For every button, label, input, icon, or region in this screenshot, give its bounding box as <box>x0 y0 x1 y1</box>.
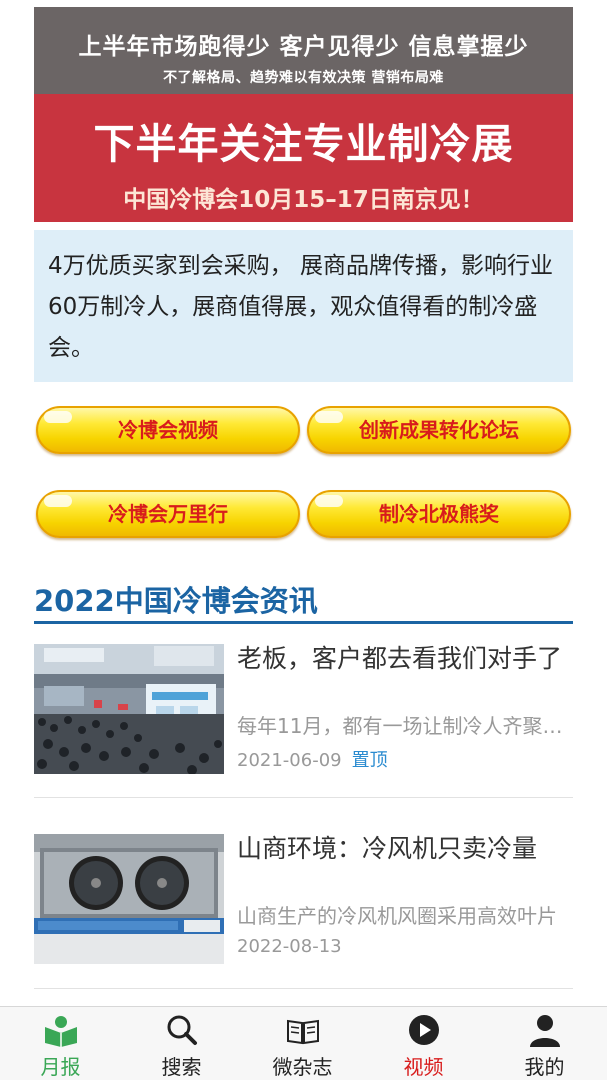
bottom-tab-bar: 月报 搜索 微杂志 视频 我的 <box>0 1006 607 1080</box>
banner-date-line: 中国冷博会10月15–17日南京见！ <box>123 187 484 213</box>
news-summary: 山商生产的冷风机风圈采用高效叶片 <box>237 904 557 928</box>
forum-button[interactable]: 创新成果转化论坛 <box>307 406 571 454</box>
open-book-icon <box>287 1019 319 1045</box>
tab-monthly[interactable]: 月报 <box>0 1007 121 1080</box>
tab-label: 搜索 <box>161 1055 202 1079</box>
user-icon <box>530 1015 560 1047</box>
award-button[interactable]: 制冷北极熊奖 <box>307 490 571 538</box>
tab-label: 微杂志 <box>272 1055 333 1079</box>
tour-button[interactable]: 冷博会万里行 <box>36 490 300 538</box>
section-divider <box>34 621 573 624</box>
news-meta: 2022-08-13 <box>237 936 342 957</box>
intro-box: 4万优质买家到会采购， 展商品牌传播，影响行业60万制冷人，展商值得展，观众值得… <box>34 230 573 382</box>
tab-label: 视频 <box>403 1055 444 1079</box>
news-thumbnail-air-cooler <box>34 834 224 964</box>
news-summary: 每年11月，都有一场让制冷人齐聚的盛会 <box>237 714 573 738</box>
news-title[interactable]: 山商环境：冷风机只卖冷量 <box>237 834 573 864</box>
news-title[interactable]: 老板，客户都去看我们对手了 <box>237 644 573 674</box>
tab-magazine[interactable]: 微杂志 <box>242 1007 363 1080</box>
news-meta: 2021-06-09 置顶 <box>237 746 388 772</box>
tab-label: 我的 <box>524 1055 565 1079</box>
banner-headline: 上半年市场跑得少 客户见得少 信息掌握少 <box>78 34 529 60</box>
tab-video[interactable]: 视频 <box>363 1007 484 1080</box>
news-divider <box>34 988 573 989</box>
play-icon <box>409 1015 439 1045</box>
tab-search[interactable]: 搜索 <box>121 1007 242 1080</box>
promo-banner[interactable]: 上半年市场跑得少 客户见得少 信息掌握少 不了解格局、趋势难以有效决策 营销布局… <box>34 7 573 222</box>
banner-top-band: 上半年市场跑得少 客户见得少 信息掌握少 不了解格局、趋势难以有效决策 营销布局… <box>34 7 573 94</box>
search-icon <box>167 1015 197 1045</box>
news-thumbnail-expo-crowd <box>34 644 224 774</box>
news-item[interactable]: 老板，客户都去看我们对手了 每年11月，都有一场让制冷人齐聚的盛会 2021-0… <box>34 644 573 774</box>
tab-label: 月报 <box>40 1055 81 1079</box>
banner-subline: 不了解格局、趋势难以有效决策 营销布局难 <box>163 70 444 86</box>
video-button[interactable]: 冷博会视频 <box>36 406 300 454</box>
pinned-badge: 置顶 <box>351 750 388 771</box>
news-date: 2022-08-13 <box>237 936 342 957</box>
news-divider <box>34 797 573 798</box>
banner-title: 下半年关注专业制冷展 <box>93 120 514 168</box>
news-item[interactable]: 山商环境：冷风机只卖冷量 山商生产的冷风机风圈采用高效叶片 2022-08-13 <box>34 834 573 964</box>
book-reader-icon <box>45 1016 77 1047</box>
tab-profile[interactable]: 我的 <box>484 1007 605 1080</box>
news-date: 2021-06-09 <box>237 750 342 771</box>
section-title: 2022中国冷博会资讯 <box>34 584 318 618</box>
banner-bottom-band: 下半年关注专业制冷展 中国冷博会10月15–17日南京见！ <box>34 94 573 222</box>
